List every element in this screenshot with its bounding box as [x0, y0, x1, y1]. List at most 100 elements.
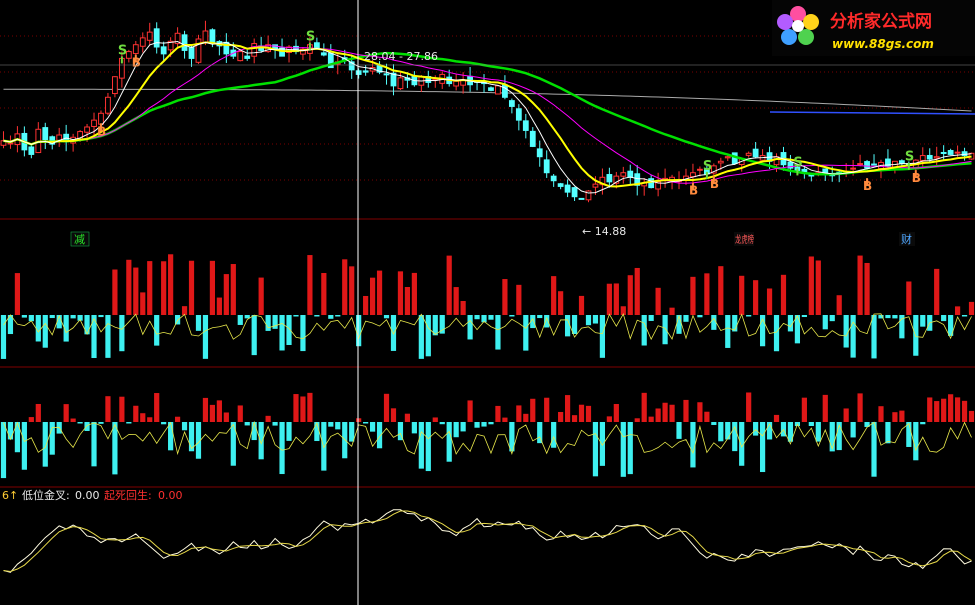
volume1-bar — [523, 315, 529, 351]
candle-body — [320, 52, 327, 56]
volume2-bar — [662, 402, 668, 422]
volume1-bar — [119, 315, 125, 352]
volume1-bar — [349, 266, 355, 315]
volume2-bar — [961, 400, 968, 422]
volume1-bar — [906, 281, 912, 315]
candle-body — [244, 55, 251, 59]
site-url: www.88gs.com — [832, 37, 934, 51]
volume1-bar — [488, 315, 494, 320]
volume2-bar — [746, 392, 752, 422]
candle-body — [84, 126, 90, 133]
volume1-bar — [683, 315, 689, 322]
volume2-bar — [551, 422, 557, 448]
volume2-bar — [161, 422, 167, 425]
volume2-bar — [369, 422, 376, 432]
volume2-bar — [70, 418, 76, 422]
volume2-bar — [383, 393, 390, 422]
volume1-bar — [140, 292, 146, 315]
volume1-bar — [648, 315, 654, 321]
volume1-bar — [871, 315, 877, 359]
volume2-bar — [356, 418, 362, 422]
volume1-bar — [578, 295, 585, 315]
volume2-bar — [606, 416, 612, 422]
volume1-bar — [829, 315, 835, 322]
candle-body — [7, 142, 14, 145]
volume2-bar — [516, 405, 522, 422]
sell-signal: S — [793, 155, 802, 170]
volume1-bar — [397, 271, 404, 315]
volume1-bar — [216, 297, 222, 315]
candle-body — [139, 37, 146, 47]
volume2-bar — [857, 393, 863, 422]
volume1-bar — [753, 280, 759, 315]
volume1-bar — [516, 284, 522, 315]
volume2-bar — [168, 422, 174, 451]
volume1-bar — [495, 315, 501, 350]
volume1-bar — [188, 260, 195, 315]
volume2-bar — [126, 422, 132, 424]
indicator-panel[interactable] — [3, 509, 972, 573]
candle-body — [529, 130, 536, 147]
volume2-bar — [112, 422, 118, 475]
volume-panel-1[interactable] — [0, 254, 975, 359]
volume1-bar — [390, 315, 397, 351]
candle-body — [620, 172, 627, 177]
volume1-bar — [850, 315, 856, 358]
volume1-bar — [42, 315, 48, 348]
volume2-bar — [98, 422, 104, 424]
volume1-bar — [202, 315, 209, 359]
site-watermark[interactable]: 分析家公式网 www.88gs.com — [772, 0, 975, 56]
volume2-bar — [920, 422, 926, 425]
volume2-bar — [585, 405, 592, 422]
volume2-bar — [181, 422, 188, 431]
event-tag-jian[interactable]: 减 — [70, 231, 90, 247]
candle-body — [42, 127, 49, 141]
volume2-bar — [216, 400, 222, 422]
volume2-bar — [376, 422, 383, 449]
volume1-bar — [934, 268, 940, 315]
volume2-bar — [627, 422, 633, 475]
volume1-bar — [864, 262, 870, 315]
volume2-bar — [927, 397, 933, 422]
volume1-bar — [732, 315, 738, 332]
volume2-bar — [293, 394, 299, 422]
candle-body — [209, 29, 216, 43]
volume2-line — [3, 420, 972, 456]
volume2-bar — [105, 396, 111, 422]
volume2-bar — [968, 410, 975, 422]
volume2-bar — [0, 422, 7, 479]
volume1-bar — [537, 315, 543, 319]
candle-body — [495, 85, 501, 95]
volume1-bar — [968, 301, 975, 315]
reference-line — [769, 111, 975, 115]
sell-signal: S — [905, 150, 914, 165]
volume2-bar — [634, 418, 640, 422]
volume2-bar — [314, 422, 320, 442]
volume2-bar — [349, 422, 355, 442]
volume-panel-2[interactable] — [0, 392, 975, 479]
volume2-bar — [718, 422, 724, 442]
volume1-bar — [28, 315, 34, 322]
volume2-bar — [439, 422, 445, 425]
volume1-bar — [195, 315, 202, 331]
volume1-bar — [627, 275, 633, 315]
event-tag-cai[interactable]: 财 — [899, 232, 915, 246]
volume1-bar — [21, 315, 27, 318]
candle-body — [578, 197, 585, 200]
volume1-bar — [913, 315, 919, 356]
sell-signal: S — [306, 30, 315, 45]
volume2-bar — [140, 413, 146, 422]
volume1-bar — [725, 315, 731, 348]
candle-body — [564, 184, 571, 193]
candle-body — [864, 161, 870, 169]
candle-body — [592, 183, 599, 188]
volume1-bar — [892, 315, 898, 319]
volume1-bar — [704, 273, 710, 315]
volume1-bar — [808, 256, 814, 315]
event-tag-longhubang[interactable]: 龙虎榜 — [734, 232, 754, 246]
volume2-bar — [773, 414, 780, 422]
volume2-bar — [418, 422, 424, 469]
volume2-bar — [725, 422, 731, 440]
volume1-bar — [801, 315, 807, 318]
volume2-bar — [655, 408, 661, 422]
